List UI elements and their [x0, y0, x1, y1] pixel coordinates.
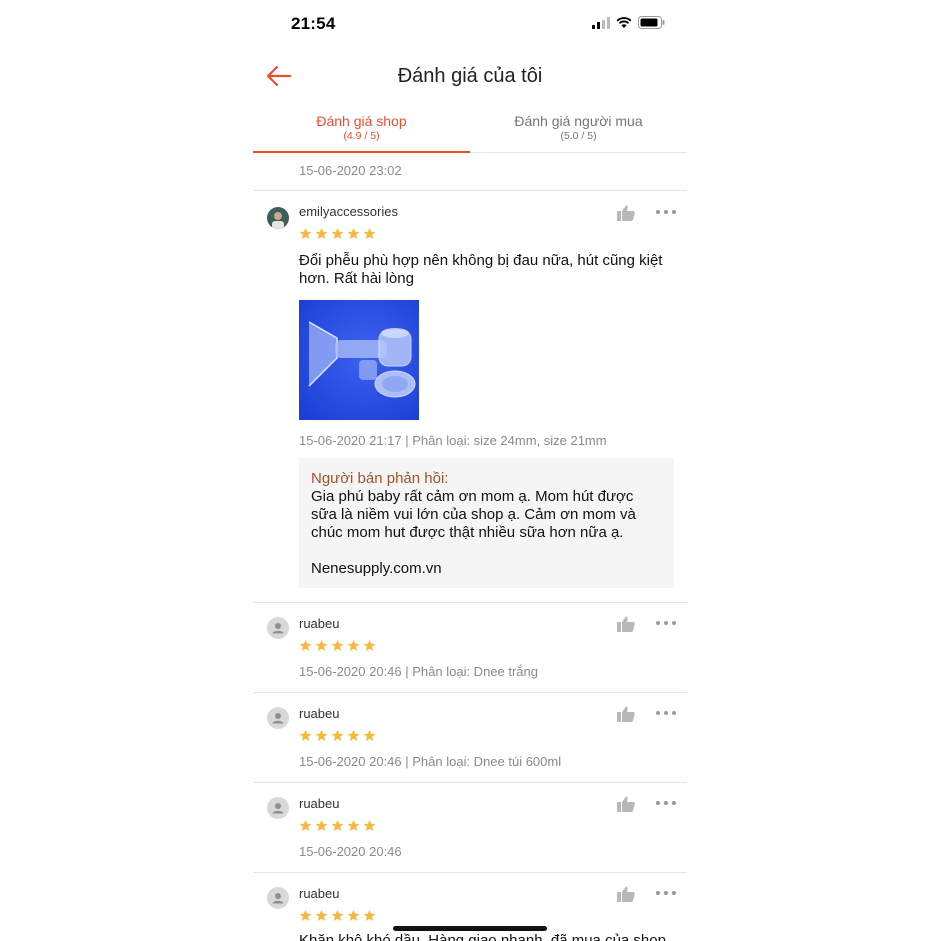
review-item: ruabeu 15-06-2020 20:46 | Phân loại: Dne…: [253, 692, 687, 783]
signal-icon: [592, 16, 610, 29]
star-icon: [299, 819, 312, 831]
star-icon: [299, 909, 312, 921]
more-dots-icon[interactable]: [655, 618, 677, 628]
user-avatar-icon: [272, 803, 284, 814]
star-icon: [315, 729, 328, 741]
star-icon: [363, 639, 376, 651]
review-meta: 15-06-2020 20:46 | Phân loại: Dnee túi 6…: [299, 754, 562, 769]
star-icon: [315, 227, 328, 239]
nav-bar: Đánh giá của tôi: [253, 52, 687, 100]
thumbs-up-icon[interactable]: [617, 886, 635, 902]
star-icon: [363, 227, 376, 239]
more-dots-icon[interactable]: [655, 798, 677, 808]
home-indicator[interactable]: [393, 926, 547, 931]
thumbs-up-icon[interactable]: [617, 616, 635, 632]
review-username: ruabeu: [299, 796, 340, 811]
avatar[interactable]: [267, 707, 289, 729]
avatar[interactable]: [267, 797, 289, 819]
star-rating: [299, 639, 376, 652]
star-icon: [347, 729, 360, 741]
thumbs-up-icon[interactable]: [617, 706, 635, 722]
tab-shop-reviews[interactable]: Đánh giá shop (4.9 / 5): [253, 108, 470, 153]
user-avatar-icon: [272, 623, 284, 634]
user-avatar-icon: [272, 713, 284, 724]
seller-reply-signature: Nenesupply.com.vn: [311, 560, 442, 577]
review-item: ruabeu 15-06-2020 20:46: [253, 782, 687, 873]
seller-reply-heading: Người bán phản hồi:: [311, 470, 449, 487]
review-comment: Đổi phễu phù hợp nên không bị đau nữa, h…: [299, 252, 663, 287]
star-icon: [347, 639, 360, 651]
seller-reply: Người bán phản hồi: Gia phú baby rất cảm…: [299, 458, 674, 588]
review-item: ruabeu 15-06-2020 20:46 | Phân loại: Dne…: [253, 602, 687, 693]
thumbs-up-icon[interactable]: [617, 205, 635, 221]
avatar[interactable]: [267, 207, 289, 229]
review-username: emilyaccessories: [299, 204, 398, 219]
avatar[interactable]: [267, 617, 289, 639]
status-time: 21:54: [291, 14, 336, 33]
review-timestamp: 15-06-2020 23:02: [299, 163, 402, 178]
tab-label: Đánh giá người mua: [514, 113, 643, 129]
star-icon: [331, 639, 344, 651]
tab-label: Đánh giá shop: [316, 113, 407, 129]
tab-bar: Đánh giá shop (4.9 / 5) Đánh giá người m…: [253, 108, 687, 153]
star-icon: [315, 639, 328, 651]
star-rating: [299, 819, 376, 832]
review-username: ruabeu: [299, 886, 340, 901]
star-icon: [331, 819, 344, 831]
review-photo[interactable]: [299, 300, 419, 420]
star-icon: [363, 909, 376, 921]
wifi-icon: [616, 16, 632, 28]
review-item: emilyaccessories Đổi phễu phù hợp nên kh…: [253, 191, 687, 603]
review-username: ruabeu: [299, 616, 340, 631]
star-icon: [331, 909, 344, 921]
tab-rating: (4.9 / 5): [343, 130, 380, 142]
star-icon: [315, 819, 328, 831]
breast-pump-funnel-image: [299, 300, 419, 420]
tab-rating: (5.0 / 5): [560, 130, 597, 142]
seller-reply-body: Gia phú baby rất cảm ơn mom ạ. Mom hút đ…: [311, 488, 636, 541]
star-rating: [299, 909, 376, 922]
star-rating: [299, 729, 376, 742]
tab-buyer-reviews[interactable]: Đánh giá người mua (5.0 / 5): [470, 108, 687, 152]
user-avatar-icon: [267, 207, 289, 229]
review-username: ruabeu: [299, 706, 340, 721]
page-title: Đánh giá của tôi: [397, 65, 543, 87]
avatar[interactable]: [267, 887, 289, 909]
star-rating: [299, 227, 376, 240]
review-item-partial: 15-06-2020 23:02: [253, 152, 687, 191]
review-meta: 15-06-2020 20:46: [299, 844, 402, 859]
review-comment: Khăn khô khó dầu. Hàng giao nhanh, đã mu…: [299, 932, 666, 941]
star-icon: [331, 729, 344, 741]
status-icons: [592, 16, 665, 29]
more-dots-icon[interactable]: [655, 207, 677, 217]
star-icon: [363, 729, 376, 741]
status-bar: 21:54: [253, 0, 687, 48]
more-dots-icon[interactable]: [655, 708, 677, 718]
thumbs-up-icon[interactable]: [617, 796, 635, 812]
star-icon: [299, 729, 312, 741]
star-icon: [347, 819, 360, 831]
more-dots-icon[interactable]: [655, 888, 677, 898]
star-icon: [299, 227, 312, 239]
star-icon: [299, 639, 312, 651]
app-screen: 21:54 Đánh giá của tôi Đánh giá shop (4.…: [253, 0, 687, 941]
user-avatar-icon: [272, 893, 284, 904]
star-icon: [347, 227, 360, 239]
review-meta: 15-06-2020 21:17 | Phân loại: size 24mm,…: [299, 433, 607, 448]
star-icon: [347, 909, 360, 921]
star-icon: [363, 819, 376, 831]
review-meta: 15-06-2020 20:46 | Phân loại: Dnee trắng: [299, 664, 538, 679]
battery-icon: [638, 16, 665, 29]
star-icon: [315, 909, 328, 921]
star-icon: [331, 227, 344, 239]
